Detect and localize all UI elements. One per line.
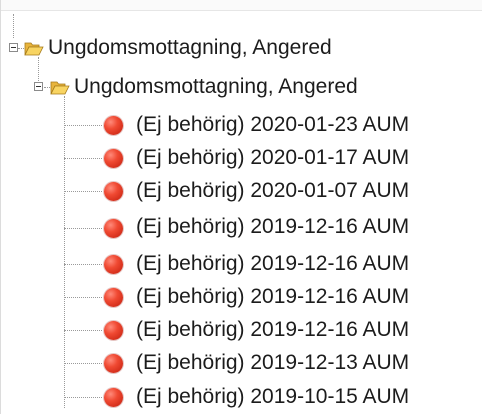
tree-connector <box>64 330 102 331</box>
tree-leaf-label[interactable]: (Ej behörig) 2020-01-17 AUM <box>136 146 409 170</box>
tree-connector <box>13 14 14 38</box>
red-status-icon <box>104 116 123 135</box>
tree-connector <box>64 191 102 192</box>
tree-leaf-label[interactable]: (Ej behörig) 2019-10-15 AUM <box>136 385 409 409</box>
tree-connector <box>64 363 102 364</box>
tree-leaf-label[interactable]: (Ej behörig) 2019-12-16 AUM <box>136 252 409 276</box>
tree-leaf-label[interactable]: (Ej behörig) 2020-01-07 AUM <box>136 179 409 203</box>
tree-node-child-label[interactable]: Ungdomsmottagning, Angered <box>74 75 358 99</box>
panel-top-frame <box>0 0 482 11</box>
red-status-icon <box>104 149 123 168</box>
red-status-icon <box>104 354 123 373</box>
tree-connector <box>64 297 102 298</box>
collapse-toggle-icon[interactable] <box>9 43 18 52</box>
folder-open-icon <box>24 42 44 56</box>
red-status-icon <box>104 219 123 238</box>
red-status-icon <box>104 288 123 307</box>
tree-connector <box>64 158 102 159</box>
red-status-icon <box>104 255 123 274</box>
folder-open-icon <box>50 81 70 95</box>
panel-left-border <box>0 0 1 414</box>
tree-connector <box>64 264 102 265</box>
tree-leaf-label[interactable]: (Ej behörig) 2019-12-16 AUM <box>136 215 409 239</box>
tree-leaf-label[interactable]: (Ej behörig) 2019-12-16 AUM <box>136 285 409 309</box>
collapse-toggle-icon[interactable] <box>34 82 43 91</box>
red-status-icon <box>104 182 123 201</box>
tree-connector <box>64 125 102 126</box>
tree-view-panel: Ungdomsmottagning, Angered Ungdomsmottag… <box>0 0 482 414</box>
tree-leaf-label[interactable]: (Ej behörig) 2019-12-16 AUM <box>136 318 409 342</box>
red-status-icon <box>104 321 123 340</box>
tree-leaf-label[interactable]: (Ej behörig) 2020-01-23 AUM <box>136 113 409 137</box>
tree-node-root-label[interactable]: Ungdomsmottagning, Angered <box>48 36 332 60</box>
tree-connector <box>64 228 102 229</box>
tree-connector <box>64 397 102 398</box>
tree-leaf-label[interactable]: (Ej behörig) 2019-12-13 AUM <box>136 351 409 375</box>
red-status-icon <box>104 388 123 407</box>
tree-connector <box>38 57 39 83</box>
tree-connector <box>64 96 65 408</box>
